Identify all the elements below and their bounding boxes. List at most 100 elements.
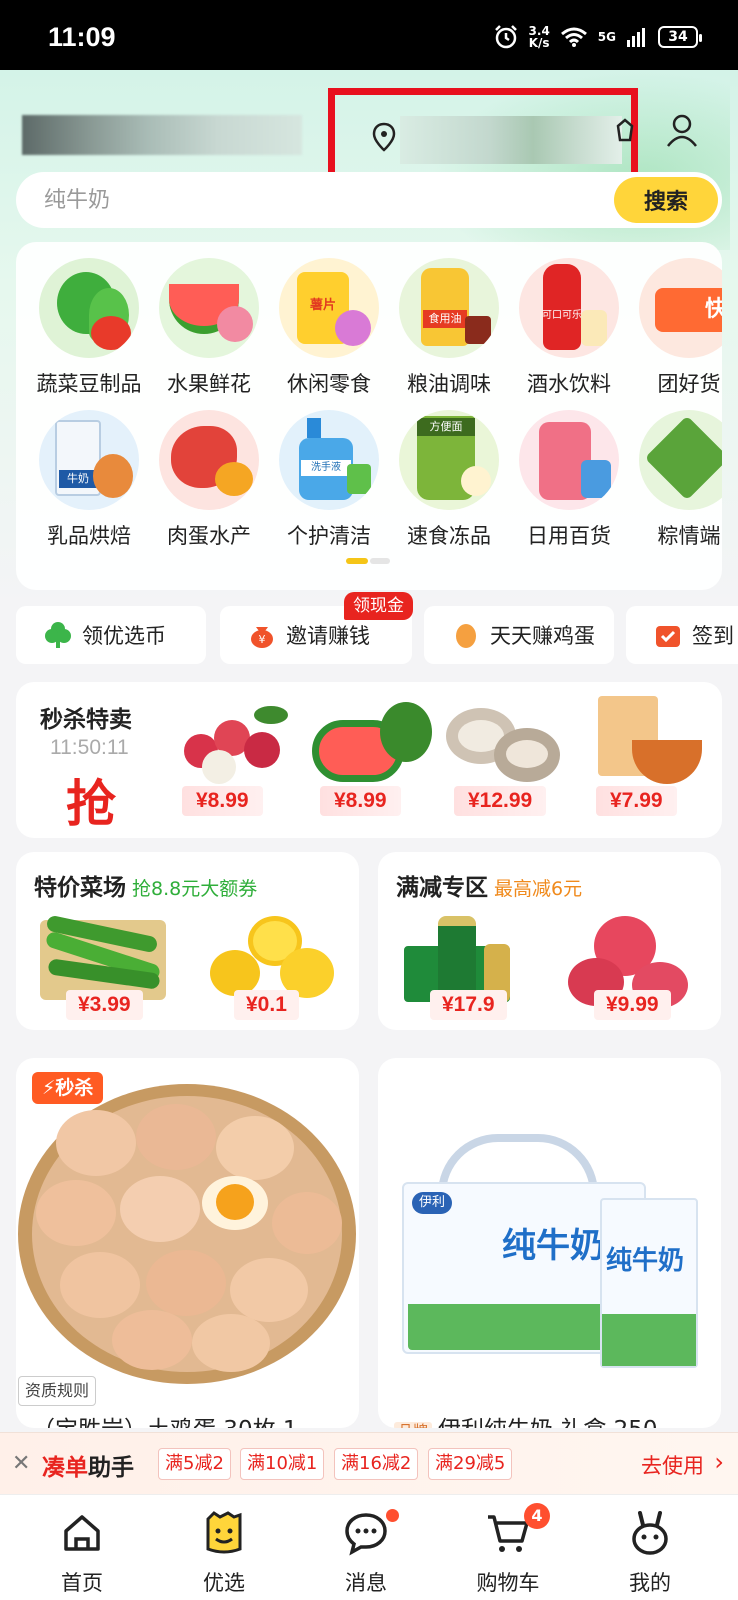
category-label: 休闲零食 [287,372,371,396]
go-use-button[interactable]: 去使用 [641,1450,704,1480]
nav-label: 消息 [345,1571,387,1595]
flash-sale-card[interactable]: 秒杀特卖 11:50:11 抢 ¥8.99 ¥8.99 ¥12.99 ¥7.99 [16,682,722,838]
truck-label: 快 [655,288,722,332]
discount-chip[interactable]: 满10减1 [240,1448,325,1480]
bottom-nav: 首页 优选 消息 4 购物车 我的 [0,1494,738,1600]
discount-chip[interactable]: 满5减2 [158,1448,231,1480]
chevron-right-icon[interactable]: › [714,1448,724,1476]
discount-chip[interactable]: 满29减5 [428,1448,513,1480]
promo-item[interactable]: ¥17.9 [404,916,534,1026]
store-name-blurred[interactable] [22,115,302,155]
search-input[interactable] [44,184,604,216]
quick-link-label: 天天赚鸡蛋 [490,624,595,648]
address-blurred[interactable] [400,116,622,164]
category-dairy[interactable]: 牛奶 乳品烘焙 [28,410,150,550]
signal-icon [627,28,645,47]
nav-label: 我的 [629,1571,671,1595]
milk-box-icon: 伊利 纯牛奶 纯牛奶 [378,1118,721,1378]
category-drinks[interactable]: 可口可乐 酒水饮料 [508,258,630,398]
category-vegetables[interactable]: 蔬菜豆制品 [28,258,150,398]
flash-sale-grab[interactable]: 抢 [66,764,116,836]
milk-icon: 牛奶 [39,410,139,510]
category-label: 水果鲜花 [167,372,251,396]
noodle-pack-icon [592,696,702,786]
promo-item[interactable]: ¥9.99 [568,916,698,1026]
product-title: 品牌伊利纯牛奶 礼盒 250 [394,1410,658,1428]
quick-link-label: 领优选币 [82,624,166,648]
category-panel: 蔬菜豆制品 水果鲜花 薯片 休闲零食 食用油 粮油调味 可口可乐 酒水饮料 快 … [16,242,722,590]
promo-card-discount-zone[interactable]: 满减专区 最高减6元 ¥17.9 ¥9.99 [378,852,721,1030]
lightning-icon: ⚡ [42,1077,56,1099]
category-snacks[interactable]: 薯片 休闲零食 [268,258,390,398]
milk-label: 牛奶 [59,470,97,488]
product-card-eggs[interactable]: ⚡秒杀 资质规则 （宝胜岩）土鸡蛋 30枚 1 [16,1058,359,1428]
nav-youxuan[interactable]: 优选 [164,1509,284,1597]
promo-card-subtitle: 抢8.8元大额券 [132,878,258,900]
nav-messages[interactable]: 消息 [306,1509,426,1597]
pager-dot-active [346,558,368,564]
category-label: 粮油调味 [407,372,491,396]
thermos-icon [519,410,619,510]
flash-item[interactable]: ¥7.99 [582,696,710,816]
profile-icon [632,1511,668,1555]
flash-item-price: ¥12.99 [454,786,547,816]
truck-icon: 快 [639,258,722,358]
category-instant-food[interactable]: 方便面 速食冻品 [388,410,510,550]
assistant-title: 凑单助手 [42,1448,134,1482]
oyster-icon [446,700,564,786]
category-group-deals[interactable]: 快 团好货 [628,258,722,398]
svg-text:¥: ¥ [259,633,266,646]
category-dragon-boat[interactable]: 粽情端 [628,410,722,550]
wifi-icon [560,27,587,47]
close-icon[interactable]: ✕ [12,1451,30,1476]
promo-card-vegetable-market[interactable]: 特价菜场 抢8.8元大额券 ¥3.99 ¥0.1 [16,852,359,1030]
category-meat-egg[interactable]: 肉蛋水产 [148,410,270,550]
bundle-assistant-bar: ✕ 凑单助手 满5减2 满10减1 满16减2 满29减5 去使用 › [0,1432,738,1494]
category-label: 酒水饮料 [527,372,611,396]
location-pin-icon[interactable] [372,122,396,152]
discount-chip[interactable]: 满16减2 [334,1448,419,1480]
profile-header-icon[interactable] [666,114,698,148]
oil-icon: 食用油 [399,258,499,358]
lychee-icon [178,706,288,786]
nav-profile[interactable]: 我的 [590,1509,710,1597]
category-daily-goods[interactable]: 日用百货 [508,410,630,550]
vegetable-icon [39,258,139,358]
quick-link-checkin[interactable]: 签到 [626,606,738,664]
category-label: 团好货 [657,372,721,396]
category-personal-care[interactable]: 洗手液 个护清洁 [268,410,390,550]
flash-item-price: ¥8.99 [182,786,263,816]
money-bag-icon: ¥ [251,627,273,648]
flash-item[interactable]: ¥8.99 [306,696,434,816]
promo-card-subtitle: 最高减6元 [494,878,583,900]
brand-logo: 伊利 [412,1192,452,1214]
search-button[interactable]: 搜索 [614,177,718,223]
network-type: 5G [597,30,616,44]
qualification-rules-tag[interactable]: 资质规则 [18,1376,97,1406]
cash-badge: 领现金 [344,592,413,620]
nav-home[interactable]: 首页 [22,1509,142,1597]
nav-cart[interactable]: 4 购物车 [448,1503,568,1597]
youxuan-icon [206,1511,242,1554]
promo-item-price: ¥0.1 [234,990,299,1020]
category-fruits[interactable]: 水果鲜花 [148,258,270,398]
promo-item[interactable]: ¥3.99 [40,914,170,1026]
quick-link-eggs[interactable]: 天天赚鸡蛋 [424,606,614,664]
category-grain-oil[interactable]: 食用油 粮油调味 [388,258,510,398]
watermelon-icon [159,258,259,358]
unread-dot [386,1509,399,1522]
quick-link-coins[interactable]: 领优选币 [16,606,206,664]
flash-item[interactable]: ¥12.99 [440,696,568,816]
category-label: 日用百货 [527,524,611,548]
flash-item[interactable]: ¥8.99 [168,696,296,816]
product-title: （宝胜岩）土鸡蛋 30枚 1 [32,1410,298,1428]
egg-basket-icon [16,1080,359,1390]
watermelon-icon [312,702,432,786]
nav-label: 优选 [203,1571,245,1595]
product-card-milk[interactable]: 伊利 纯牛奶 纯牛奶 品牌伊利纯牛奶 礼盒 250 [378,1058,721,1428]
clover-coin-icon [45,622,71,648]
scan-icon[interactable] [614,118,636,148]
promo-card-title-text: 特价菜场 [34,875,126,901]
promo-item[interactable]: ¥0.1 [208,916,338,1026]
category-pager [346,558,394,564]
